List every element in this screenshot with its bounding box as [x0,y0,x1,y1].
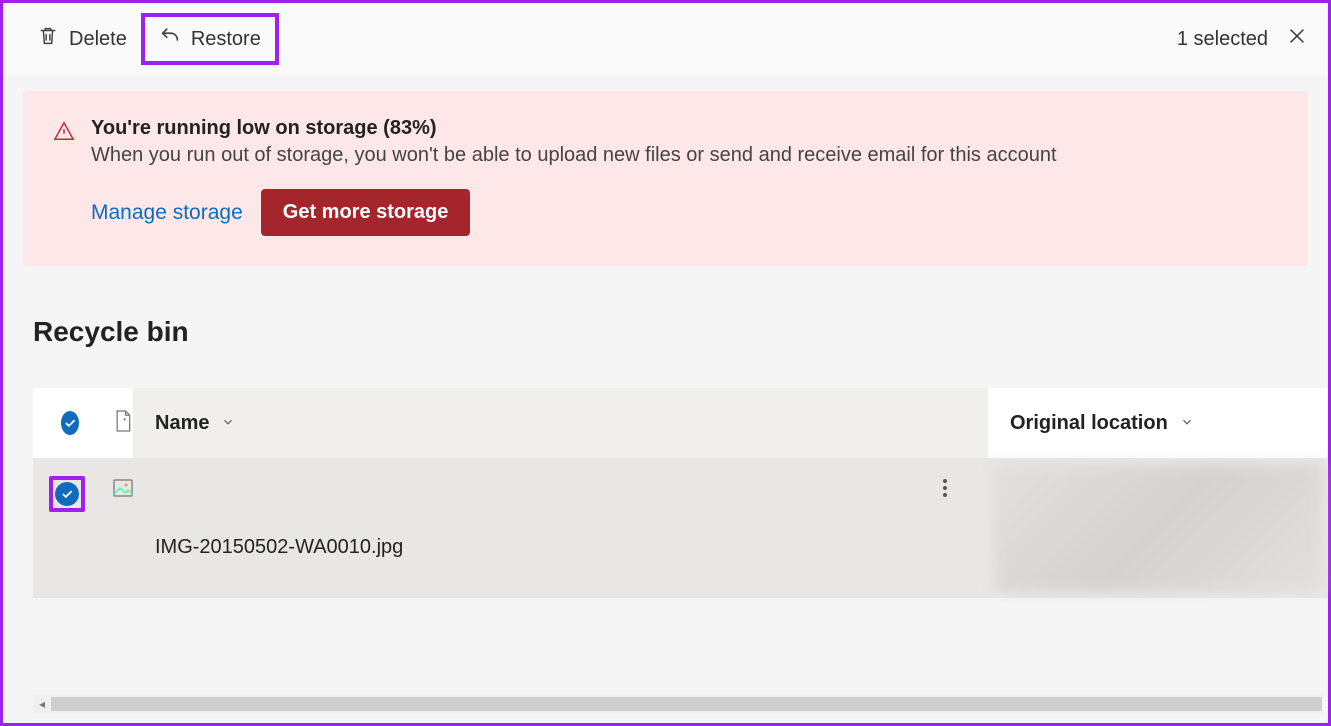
row-checkbox[interactable] [55,482,79,506]
warning-icon [53,120,75,142]
trash-icon [37,25,59,53]
file-name: IMG-20150502-WA0010.jpg [155,536,988,559]
scroll-thumb[interactable] [51,697,1322,711]
delete-label: Delete [69,28,127,51]
banner-title: You're running low on storage (83%) [91,117,1057,140]
restore-label: Restore [191,28,261,51]
chevron-down-icon [1180,412,1194,435]
file-table: Name Original location [33,388,1328,598]
storage-warning-banner: You're running low on storage (83%) When… [23,91,1308,266]
redacted-content [994,464,1322,592]
column-header-original-location[interactable]: Original location [988,388,1328,458]
toolbar: Delete Restore 1 selected [3,3,1328,75]
original-location-cell [988,458,1328,598]
selection-status: 1 selected [1177,28,1268,51]
image-icon [111,476,135,505]
manage-storage-link[interactable]: Manage storage [91,201,243,225]
banner-message: When you run out of storage, you won't b… [91,144,1057,167]
page-title: Recycle bin [33,316,1298,348]
more-vertical-icon[interactable] [942,478,948,503]
table-header-row: Name Original location [33,388,1328,458]
get-more-storage-button[interactable]: Get more storage [261,189,471,236]
column-header-name[interactable]: Name [133,388,988,458]
column-header-name-label: Name [155,412,209,435]
horizontal-scrollbar[interactable]: ◂ [33,695,1322,713]
select-all-checkbox[interactable] [61,411,79,435]
undo-icon [159,25,181,53]
scroll-left-arrow[interactable]: ◂ [33,697,51,711]
restore-button[interactable]: Restore [141,13,279,65]
column-header-location-label: Original location [1010,412,1168,435]
delete-button[interactable]: Delete [23,17,141,61]
close-icon[interactable] [1286,25,1308,53]
chevron-down-icon [221,412,235,435]
table-row[interactable]: IMG-20150502-WA0010.jpg [33,458,1328,598]
file-icon [113,409,133,438]
row-checkbox-highlight [49,476,85,512]
